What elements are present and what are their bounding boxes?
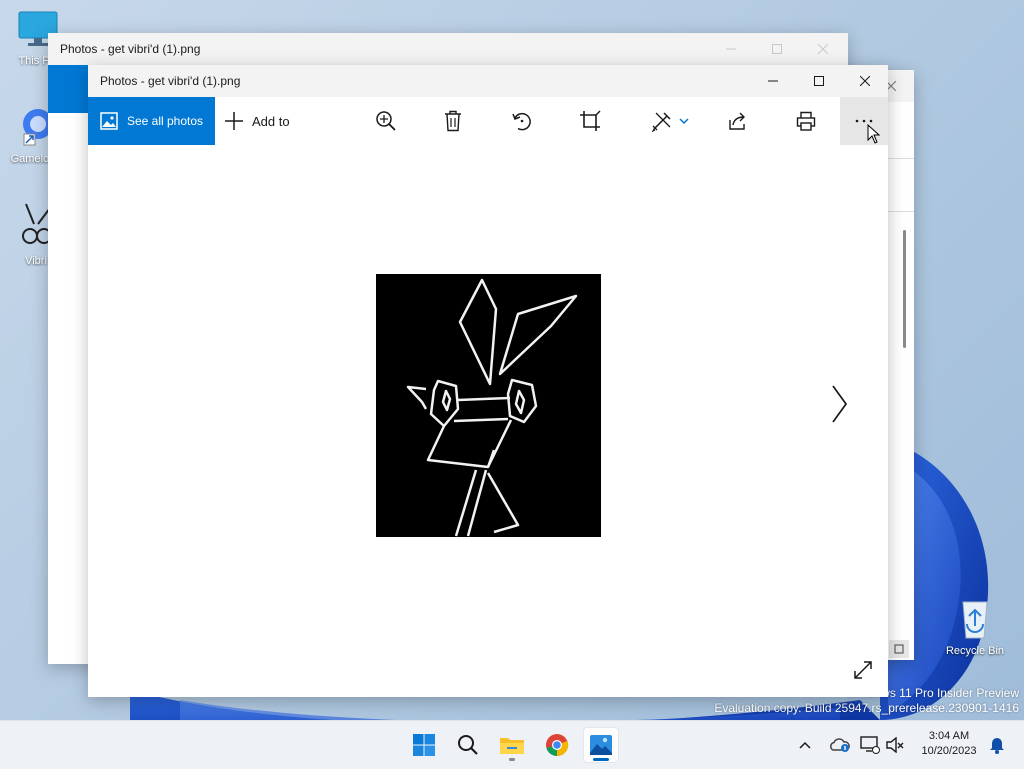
desktop-icon-label: Recycle Bin xyxy=(945,645,1005,657)
share-icon xyxy=(729,112,745,130)
photos-icon xyxy=(100,112,118,130)
edit-icon xyxy=(651,112,671,132)
clock-date: 10/20/2023 xyxy=(921,745,977,757)
chevron-down-icon xyxy=(679,118,689,125)
delete-button[interactable] xyxy=(432,97,474,145)
file-explorer-icon xyxy=(500,738,524,754)
minimize-icon xyxy=(768,80,778,82)
minimize-icon xyxy=(726,48,736,50)
chrome-icon xyxy=(546,734,569,757)
notification-bell-icon xyxy=(990,738,1004,754)
show-hidden-icons-button[interactable] xyxy=(790,727,820,763)
volume-muted-icon xyxy=(886,737,904,753)
expand-icon xyxy=(854,661,872,679)
background-window-titlebar: Photos - get vibri'd (1).png xyxy=(48,33,848,65)
crop-icon xyxy=(580,110,601,131)
share-button[interactable] xyxy=(716,97,758,145)
taskbar-file-explorer[interactable] xyxy=(494,727,530,763)
next-image-button[interactable] xyxy=(824,381,854,427)
zoom-in-icon xyxy=(376,111,396,131)
see-all-photos-button[interactable]: See all photos xyxy=(88,97,215,145)
onedrive-button[interactable] xyxy=(826,727,854,763)
photos-icon xyxy=(590,735,612,755)
close-icon xyxy=(818,44,828,54)
plus-icon xyxy=(225,112,243,130)
rotate-icon xyxy=(512,112,531,131)
taskbar-clock[interactable]: 3:04 AM 10/20/2023 xyxy=(918,729,980,759)
taskbar: 3:04 AM 10/20/2023 xyxy=(0,720,1024,769)
background-window-toolbar-divider xyxy=(888,158,914,212)
recycle-bin-icon xyxy=(962,601,988,639)
crop-button[interactable] xyxy=(569,97,611,145)
active-indicator xyxy=(593,758,609,761)
close-button[interactable] xyxy=(842,65,888,97)
print-icon xyxy=(796,111,816,131)
photos-toolbar: See all photos Add to xyxy=(88,97,888,145)
mouse-cursor xyxy=(867,124,881,144)
maximize-button[interactable] xyxy=(796,65,842,97)
taskbar-chrome[interactable] xyxy=(539,727,575,763)
photos-window-title: Photos - get vibri'd (1).png xyxy=(100,74,241,88)
watermark-line-2: Evaluation copy. Build 25947.rs_prerelea… xyxy=(714,701,1019,715)
network-icon xyxy=(860,736,880,754)
fullscreen-button[interactable] xyxy=(850,657,876,683)
more-icon xyxy=(855,119,873,123)
background-window-scrollbar[interactable] xyxy=(903,230,906,348)
notifications-button[interactable] xyxy=(984,727,1010,763)
see-all-photos-label: See all photos xyxy=(126,114,204,128)
print-button[interactable] xyxy=(785,97,827,145)
zoom-button[interactable] xyxy=(365,97,407,145)
start-button[interactable] xyxy=(406,727,442,763)
desktop-icon-recycle-bin[interactable]: Recycle Bin xyxy=(943,596,1007,657)
add-to-button[interactable]: Add to xyxy=(224,97,304,145)
onedrive-icon xyxy=(830,738,850,752)
running-indicator xyxy=(509,758,515,761)
background-maximize-button[interactable] xyxy=(754,33,800,65)
background-minimize-button[interactable] xyxy=(708,33,754,65)
photos-window[interactable]: Photos - get vibri'd (1).png See all pho… xyxy=(88,65,888,697)
chevron-right-icon xyxy=(832,385,847,423)
background-window-resize-button[interactable] xyxy=(889,640,909,658)
maximize-icon xyxy=(814,76,824,86)
network-button[interactable] xyxy=(856,727,884,763)
image-viewer-area[interactable] xyxy=(88,145,888,697)
delete-icon xyxy=(445,110,461,132)
restore-icon xyxy=(894,644,904,654)
volume-button[interactable] xyxy=(882,727,908,763)
minimize-button[interactable] xyxy=(750,65,796,97)
chevron-up-icon xyxy=(799,741,811,749)
edit-create-button[interactable] xyxy=(645,97,695,145)
rotate-button[interactable] xyxy=(501,97,543,145)
maximize-icon xyxy=(772,44,782,54)
photos-titlebar: Photos - get vibri'd (1).png xyxy=(88,65,888,97)
background-window-title: Photos - get vibri'd (1).png xyxy=(60,42,201,56)
background-close-button[interactable] xyxy=(800,33,846,65)
close-icon xyxy=(860,76,870,86)
search-icon xyxy=(458,735,478,755)
start-icon xyxy=(413,734,435,756)
taskbar-search-button[interactable] xyxy=(450,727,486,763)
taskbar-photos[interactable] xyxy=(583,727,619,763)
background-window-accent-strip xyxy=(48,65,88,113)
clock-time: 3:04 AM xyxy=(928,730,970,742)
displayed-image[interactable] xyxy=(376,274,601,537)
add-to-label: Add to xyxy=(252,113,290,129)
